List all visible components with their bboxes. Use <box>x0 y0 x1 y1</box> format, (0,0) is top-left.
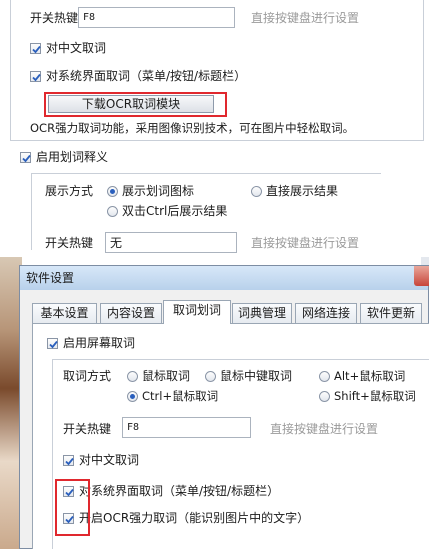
tab-network[interactable]: 网络连接 <box>295 303 357 323</box>
tab-basic-label: 基本设置 <box>40 306 89 320</box>
tab-content-label: 内容设置 <box>106 306 155 320</box>
display-mode-label: 展示方式 <box>45 184 94 198</box>
window-title: 软件设置 <box>26 271 75 285</box>
checkbox-highlight-box <box>55 479 90 536</box>
tab-update-label: 软件更新 <box>366 306 415 320</box>
window-system-ui-label: 对系统界面取词（菜单/按钮/标题栏） <box>79 484 280 498</box>
window-chinese-capture-checkbox[interactable] <box>63 455 74 466</box>
tab-dictionary[interactable]: 词典管理 <box>232 303 292 323</box>
close-button[interactable] <box>414 266 429 286</box>
download-ocr-button[interactable]: 下载OCR取词模块 <box>48 95 214 113</box>
mode-shift-radio[interactable] <box>319 391 330 402</box>
ocr-capture-label: 开启OCR强力取词（能识别图片中的文字） <box>79 511 310 525</box>
selection-group-frame <box>31 173 32 250</box>
check-icon <box>32 45 41 54</box>
check-icon <box>22 154 31 163</box>
window-hotkey-input[interactable]: F8 <box>122 417 251 438</box>
panel-right-border <box>423 0 424 140</box>
hotkey-input[interactable]: F8 <box>78 7 235 28</box>
screen-capture-checkbox[interactable] <box>47 338 58 349</box>
chinese-capture-checkbox[interactable] <box>30 43 41 54</box>
system-ui-capture-checkbox[interactable] <box>30 71 41 82</box>
hotkey-label: 开关热键 <box>30 11 79 25</box>
mode-mouse-radio[interactable] <box>127 371 138 382</box>
window-hotkey-label: 开关热键 <box>63 422 112 436</box>
hotkey-value: F8 <box>83 12 96 23</box>
tab-network-label: 网络连接 <box>301 306 350 320</box>
chinese-capture-label: 对中文取词 <box>46 41 107 55</box>
display-direct-label: 直接展示结果 <box>266 184 339 198</box>
display-ctrl-label: 双击Ctrl后展示结果 <box>122 204 228 218</box>
hotkey2-input[interactable]: 无 <box>105 232 237 253</box>
tab-dictionary-label: 词典管理 <box>237 306 286 320</box>
hotkey2-label: 开关热键 <box>45 236 94 250</box>
ocr-description: OCR强力取词功能，采用图像识别技术，可在图片中轻松取词。 <box>30 121 355 135</box>
capture-group-frame-top <box>52 359 429 360</box>
window-title-bar[interactable]: 软件设置 <box>20 266 429 290</box>
selection-enable-checkbox[interactable] <box>20 152 31 163</box>
tab-content[interactable]: 内容设置 <box>100 303 162 323</box>
mode-middle-radio[interactable] <box>205 371 216 382</box>
window-hotkey-hint: 直接按键盘进行设置 <box>270 422 379 436</box>
mode-ctrl-label: Ctrl+鼠标取词 <box>142 389 219 403</box>
panel-bottom-border <box>10 140 424 141</box>
mode-shift-label: Shift+鼠标取词 <box>334 389 416 403</box>
hotkey-hint: 直接按键盘进行设置 <box>251 11 360 25</box>
tab-capture[interactable]: 取词划词 <box>163 300 231 324</box>
panel-left-border <box>10 0 11 140</box>
tab-update[interactable]: 软件更新 <box>360 303 422 323</box>
mode-middle-label: 鼠标中键取词 <box>220 369 293 383</box>
selection-enable-label: 启用划词释义 <box>36 150 109 164</box>
mode-mouse-label: 鼠标取词 <box>142 369 191 383</box>
capture-mode-label: 取词方式 <box>63 369 112 383</box>
capture-group-frame <box>52 359 53 549</box>
window-hotkey-value: F8 <box>127 422 140 433</box>
display-icon-radio[interactable] <box>107 186 118 197</box>
system-ui-capture-label: 对系统界面取词（菜单/按钮/标题栏） <box>46 69 247 83</box>
mode-alt-label: Alt+鼠标取词 <box>334 369 406 383</box>
tab-capture-label: 取词划词 <box>172 303 221 317</box>
hotkey2-hint: 直接按键盘进行设置 <box>251 236 360 250</box>
display-icon-label: 展示划词图标 <box>122 184 195 198</box>
mode-alt-radio[interactable] <box>319 371 330 382</box>
display-ctrl-radio[interactable] <box>107 206 118 217</box>
download-ocr-button-label: 下载OCR取词模块 <box>81 97 181 111</box>
window-chinese-capture-label: 对中文取词 <box>79 453 140 467</box>
check-icon <box>32 73 41 82</box>
tab-basic[interactable]: 基本设置 <box>32 303 97 323</box>
selection-group-frame-top <box>31 173 381 174</box>
check-icon <box>65 457 74 466</box>
mode-ctrl-radio[interactable] <box>127 391 138 402</box>
check-icon <box>49 340 58 349</box>
top-settings-panel: 开关热键 F8 直接按键盘进行设置 对中文取词 对系统界面取词（菜单/按钮/标题… <box>0 0 429 253</box>
screen-capture-label: 启用屏幕取词 <box>63 336 136 350</box>
display-direct-radio[interactable] <box>251 186 262 197</box>
hotkey2-value: 无 <box>110 236 123 250</box>
